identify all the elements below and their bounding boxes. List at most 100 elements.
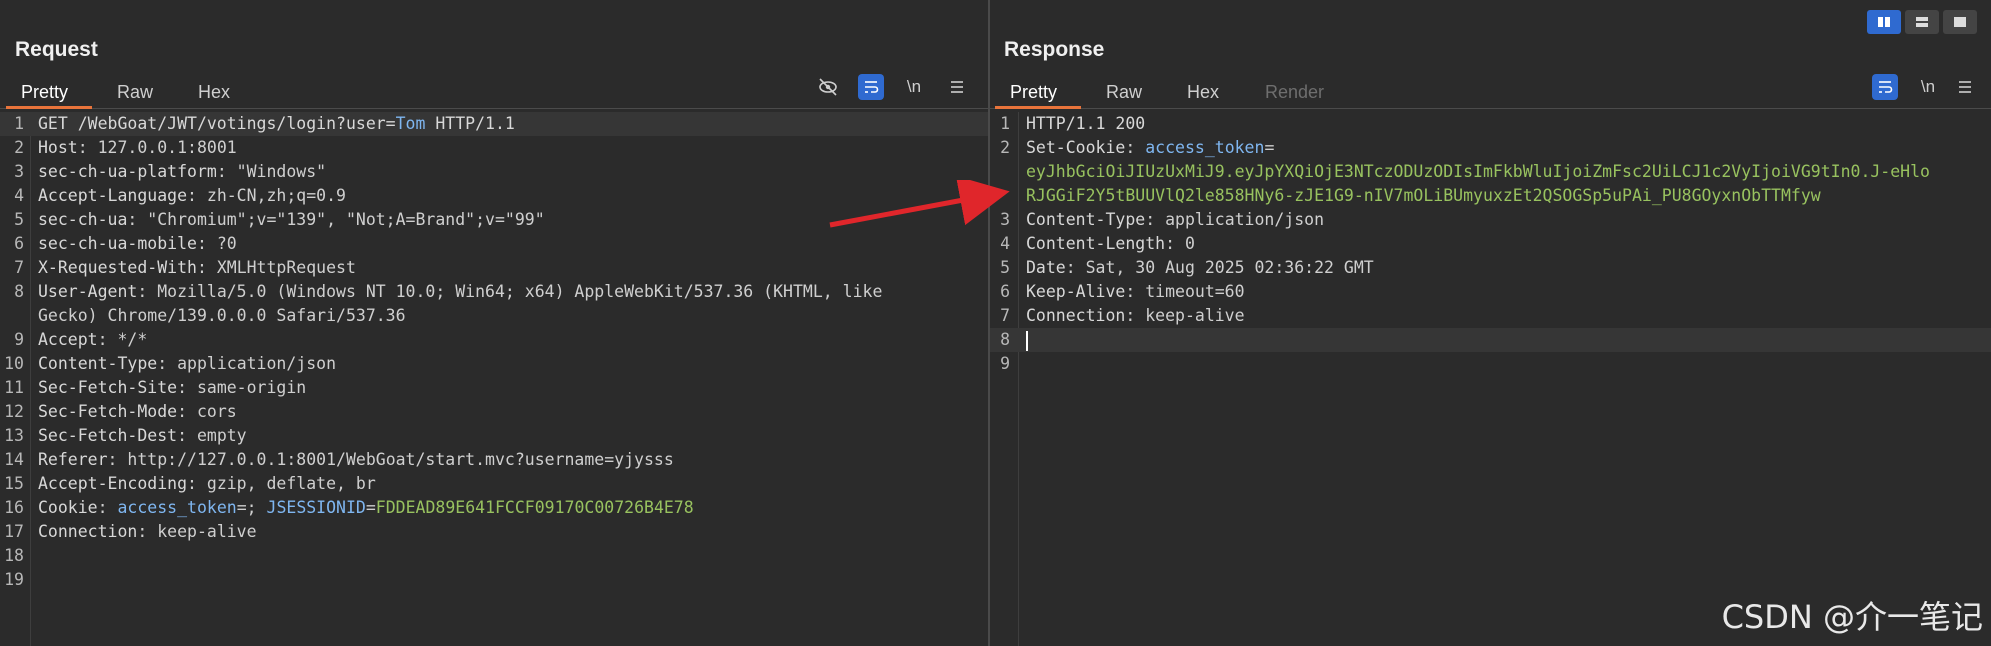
code-line: 5 Date: Sat, 30 Aug 2025 02:36:22 GMT <box>990 256 1991 280</box>
line-number: 9 <box>1000 354 1010 373</box>
line-text: GET /WebGoat/JWT/votings/login?user=Tom … <box>38 112 978 136</box>
line-text: eyJhbGciOiJIUzUxMiJ9.eyJpYXQiOjE3NTczODU… <box>1026 160 1981 184</box>
header-value: : gzip, deflate, br <box>187 474 376 493</box>
line-number: 17 <box>4 522 24 541</box>
header-name: Sec-Fetch-Dest <box>38 426 178 445</box>
wrap-icon[interactable] <box>858 74 884 100</box>
header-name: Content-Type <box>38 354 158 373</box>
header-name: GET /WebGoat/JWT/votings/login?user= <box>38 114 396 133</box>
code-line: 8 <box>990 328 1991 352</box>
view-toggles <box>1867 10 1977 34</box>
menu-icon[interactable] <box>1953 74 1977 100</box>
line-number: 8 <box>1000 330 1010 349</box>
code-line: 16 Cookie: access_token=; JSESSIONID=FDDE… <box>0 496 988 520</box>
line-number: 1 <box>1000 114 1010 133</box>
newline-toggle[interactable]: \n <box>1916 74 1940 100</box>
red-arrow-annotation <box>829 180 1010 228</box>
header-value: : keep-alive <box>1125 306 1245 325</box>
line-number: 1 <box>14 114 24 133</box>
burp-request-response-view: Request Pretty Raw Hex \n 1 GET /WebGoat… <box>0 0 1991 646</box>
line-number: 4 <box>14 186 24 205</box>
code-line: 11 Sec-Fetch-Site: same-origin <box>0 376 988 400</box>
response-tab-pretty[interactable]: Pretty <box>994 78 1082 109</box>
split-view-icon[interactable] <box>1867 10 1901 34</box>
line-number: 19 <box>4 570 24 589</box>
header-name: Accept-Encoding <box>38 474 188 493</box>
line-text: X-Requested-With: XMLHttpRequest <box>38 256 978 280</box>
line-text: Connection: keep-alive <box>38 520 978 544</box>
header-value: : */* <box>97 330 148 349</box>
response-tab-hex[interactable]: Hex <box>1187 78 1219 106</box>
response-tab-raw[interactable]: Raw <box>1106 78 1142 106</box>
code-line: 10 Content-Type: application/json <box>0 352 988 376</box>
single-view-icon[interactable] <box>1943 10 1977 34</box>
cookie-name: access_token <box>117 498 237 517</box>
header-name: Content-Length <box>1026 234 1166 253</box>
line-text: Set-Cookie: access_token= <box>1026 136 1981 160</box>
header-name: User-Agent <box>38 282 138 301</box>
request-tab-pretty[interactable]: Pretty <box>5 78 93 109</box>
line-text: Keep-Alive: timeout=60 <box>1026 280 1981 304</box>
line-number: 7 <box>1000 306 1010 325</box>
request-tab-hex[interactable]: Hex <box>198 78 230 106</box>
line-text <box>1026 328 1981 352</box>
request-panel: Request Pretty Raw Hex \n 1 GET /WebGoat… <box>0 0 988 646</box>
line-text: Content-Type: application/json <box>38 352 978 376</box>
newline-toggle[interactable]: \n <box>902 74 926 100</box>
code-line: 18 <box>0 544 988 568</box>
cookie-sep: = <box>1264 138 1275 157</box>
code-line: Gecko) Chrome/139.0.0.0 Safari/537.36 <box>0 304 988 328</box>
cookie-sep: =; <box>236 498 267 517</box>
line-text: User-Agent: Mozilla/5.0 (Windows NT 10.0… <box>38 280 978 304</box>
header-value: : 0 <box>1165 234 1195 253</box>
code-line: 1 GET /WebGoat/JWT/votings/login?user=Tom… <box>0 112 988 136</box>
line-number: 15 <box>4 474 24 493</box>
header-name: Accept <box>38 330 98 349</box>
cookie-value: eyJhbGciOiJIUzUxMiJ9.eyJpYXQiOjE3NTczODU… <box>1026 162 1930 181</box>
header-value: : cors <box>177 402 237 421</box>
header-value: Gecko) Chrome/139.0.0.0 Safari/537.36 <box>38 306 406 325</box>
line-number: 8 <box>14 282 24 301</box>
line-number: 16 <box>4 498 24 517</box>
request-tab-raw[interactable]: Raw <box>117 78 153 106</box>
response-editor[interactable]: 1 HTTP/1.1 200 2 Set-Cookie: access_token= e… <box>990 112 1991 646</box>
code-line: 9 Accept: */* <box>0 328 988 352</box>
line-text: Sec-Fetch-Site: same-origin <box>38 376 978 400</box>
line-text: Connection: keep-alive <box>1026 304 1981 328</box>
code-line: 2 Set-Cookie: access_token= <box>990 136 1991 160</box>
code-line: RJGGiF2Y5tBUUVlQ2le858HNy6-zJE1G9-nIV7mO… <box>990 184 1991 208</box>
line-number: 13 <box>4 426 24 445</box>
line-number: 3 <box>14 162 24 181</box>
line-text: Date: Sat, 30 Aug 2025 02:36:22 GMT <box>1026 256 1981 280</box>
code-line: eyJhbGciOiJIUzUxMiJ9.eyJpYXQiOjE3NTczODU… <box>990 160 1991 184</box>
code-line: 17 Connection: keep-alive <box>0 520 988 544</box>
code-line: 7 X-Requested-With: XMLHttpRequest <box>0 256 988 280</box>
header-value: : Mozilla/5.0 (Windows NT 10.0; Win64; x… <box>137 282 883 301</box>
header-name: Connection <box>1026 306 1126 325</box>
request-title: Request <box>15 38 98 61</box>
line-number: 12 <box>4 402 24 421</box>
eye-off-icon[interactable] <box>815 74 841 100</box>
header-name: Cookie <box>38 498 98 517</box>
header-value: : http://127.0.0.1:8001/WebGoat/start.mv… <box>107 450 674 469</box>
line-text: Content-Length: 0 <box>1026 232 1981 256</box>
header-value: : <box>97 498 118 517</box>
code-line: 3 Content-Type: application/json <box>990 208 1991 232</box>
menu-icon[interactable] <box>945 74 969 100</box>
code-line: 9 <box>990 352 1991 376</box>
horizontal-view-icon[interactable] <box>1905 10 1939 34</box>
line-text: RJGGiF2Y5tBUUVlQ2le858HNy6-zJE1G9-nIV7mO… <box>1026 184 1981 208</box>
code-line: 6 Keep-Alive: timeout=60 <box>990 280 1991 304</box>
code-line: 2 Host: 127.0.0.1:8001 <box>0 136 988 160</box>
line-text: Host: 127.0.0.1:8001 <box>38 136 978 160</box>
cookie-value: RJGGiF2Y5tBUUVlQ2le858HNy6-zJE1G9-nIV7mO… <box>1026 186 1821 205</box>
cookie-value: FDDEAD89E641FCCF09170C00726B4E78 <box>375 498 694 517</box>
header-value: : "Chromium";v="139", "Not;A=Brand";v="9… <box>127 210 545 229</box>
code-line: 4 Content-Length: 0 <box>990 232 1991 256</box>
wrap-icon[interactable] <box>1872 74 1898 100</box>
header-name: Content-Type <box>1026 210 1146 229</box>
response-tab-render[interactable]: Render <box>1265 78 1324 106</box>
header-name: Host <box>38 138 78 157</box>
line-text: Content-Type: application/json <box>1026 208 1981 232</box>
watermark: CSDN @介一笔记 <box>1721 598 1983 636</box>
